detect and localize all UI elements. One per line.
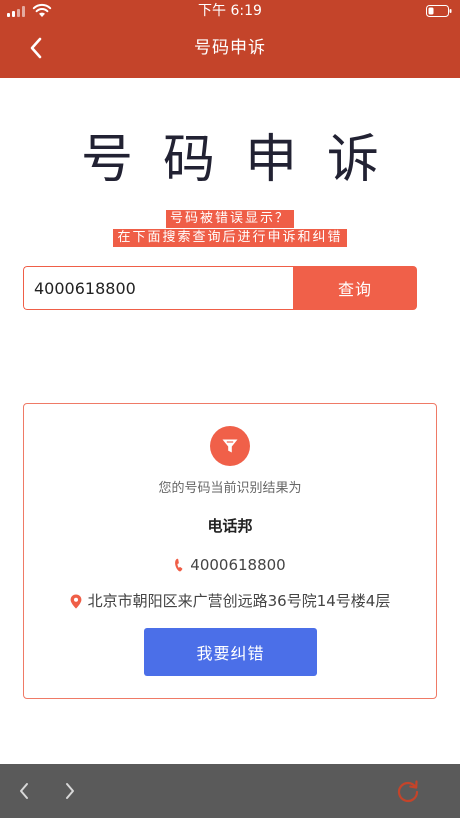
correct-button[interactable]: 我要纠错	[144, 628, 317, 676]
result-phone: 4000618800	[24, 554, 436, 576]
app-screen: 下午 6:19 号码申诉 号码申诉 号码被错误显示？ 在下面搜索查询后进行申诉和…	[0, 0, 460, 818]
chevron-right-icon	[66, 783, 74, 799]
toolbar-back-button[interactable]	[9, 776, 39, 806]
toolbar-reload-button[interactable]	[393, 776, 423, 806]
result-caption: 您的号码当前识别结果为	[158, 481, 302, 496]
filter-icon	[222, 439, 238, 453]
header: 下午 6:19 号码申诉	[0, 0, 460, 78]
result-phone-number: 4000618800	[190, 556, 286, 574]
hint-text-2: 在下面搜索查询后进行申诉和纠错	[113, 229, 347, 247]
nav-title: 号码申诉	[194, 38, 266, 58]
location-pin-icon	[70, 594, 82, 608]
status-time: 下午 6:19	[198, 3, 262, 19]
chevron-left-icon	[20, 783, 28, 799]
phone-icon	[175, 558, 183, 572]
status-bar: 下午 6:19	[0, 0, 460, 22]
hint-line-1: 号码被错误显示？	[0, 207, 460, 228]
result-address-text: 北京市朝阳区来广营创远路36号院14号楼4层	[87, 592, 391, 610]
nav-bar: 号码申诉	[0, 22, 460, 78]
result-address: 北京市朝阳区来广营创远路36号院14号楼4层	[24, 590, 436, 612]
battery-icon	[426, 5, 452, 17]
bottom-toolbar	[0, 764, 460, 818]
hint-line-2: 在下面搜索查询后进行申诉和纠错	[0, 226, 460, 247]
result-name: 电话邦	[207, 517, 253, 535]
toolbar-forward-button[interactable]	[55, 776, 85, 806]
result-card: 您的号码当前识别结果为 电话邦 4000618800 北京市朝阳区来广营创远路3…	[23, 403, 437, 699]
query-button[interactable]: 查询	[293, 266, 417, 310]
phone-search-input[interactable]	[23, 266, 293, 310]
filter-badge	[210, 426, 250, 466]
reload-icon	[397, 780, 419, 803]
search-row: 查询	[23, 266, 417, 310]
hero-title: 号码申诉	[80, 130, 409, 190]
